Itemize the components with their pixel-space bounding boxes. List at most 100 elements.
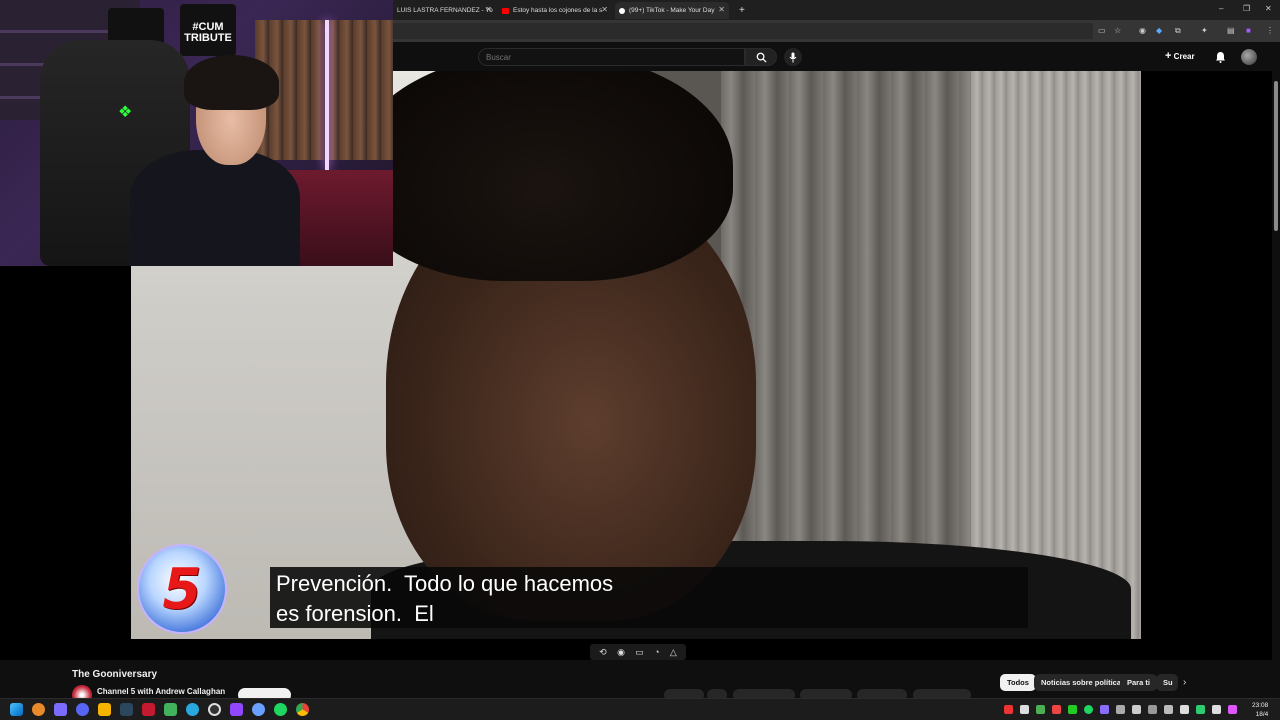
windows-start-icon[interactable] xyxy=(10,703,23,716)
tray-icon[interactable] xyxy=(1100,705,1109,714)
video-info-area: The Gooniversary Channel 5 with Andrew C… xyxy=(0,660,1280,705)
chip-para-ti[interactable]: Para ti xyxy=(1120,674,1157,691)
caption-line-2: es forension. El xyxy=(276,601,434,626)
chip-noticias[interactable]: Noticias sobre política xyxy=(1034,674,1129,691)
video-captions: Prevención. Todo lo que hacemos es foren… xyxy=(270,567,1028,628)
extension-icon[interactable]: ◆ xyxy=(1156,26,1162,35)
search-icon[interactable] xyxy=(32,703,45,716)
tray-icon[interactable] xyxy=(1020,705,1029,714)
youtube-header: + Crear xyxy=(393,42,1280,71)
browser-tab-3[interactable]: (99+) TikTok - Make Your Day ✕ xyxy=(615,2,729,19)
extensions-icon[interactable]: ⧉ xyxy=(1175,26,1181,36)
scrollbar-thumb[interactable] xyxy=(1274,81,1278,231)
razer-logo-icon: ❖ xyxy=(118,104,133,121)
channel-name[interactable]: Channel 5 with Andrew Callaghan xyxy=(97,687,225,696)
cast-icon[interactable]: ◉ xyxy=(617,647,625,658)
spotify-icon[interactable] xyxy=(274,703,287,716)
window-close-icon[interactable]: ✕ xyxy=(1265,4,1272,13)
chip-todos[interactable]: Todos xyxy=(1000,674,1036,691)
tray-icon[interactable] xyxy=(1164,705,1173,714)
app-icon[interactable] xyxy=(98,703,111,716)
clock-time: 23:08 xyxy=(1252,702,1269,709)
microphone-icon xyxy=(789,52,797,62)
browser-tabstrip: LUIS LASTRA FERNANDEZ - Yo ✕ Estoy hasta… xyxy=(393,0,1280,20)
profile-icon[interactable]: ■ xyxy=(1246,26,1251,35)
tray-icon[interactable] xyxy=(1036,705,1045,714)
browser-tab-1[interactable]: LUIS LASTRA FERNANDEZ - Yo ✕ xyxy=(393,2,496,19)
sidebar-icon[interactable]: ▤ xyxy=(1227,26,1235,35)
clock-date: 18/4 xyxy=(1255,711,1269,718)
tab-3-label: (99+) TikTok - Make Your Day xyxy=(629,7,715,14)
shirt-text: #CUM TRIBUTE xyxy=(184,21,232,44)
close-icon[interactable]: ✕ xyxy=(718,5,725,14)
close-icon[interactable]: ✕ xyxy=(485,5,492,14)
account-avatar[interactable] xyxy=(1241,49,1257,65)
webcam-shirt-display: #CUM TRIBUTE xyxy=(180,4,236,56)
plus-icon: + xyxy=(739,5,745,16)
tray-icon[interactable] xyxy=(1084,705,1093,714)
channel-5-logo-text: 5 xyxy=(162,556,202,622)
browser-addressbar: ▭ ☆ ◉ ◆ ⧉ ✦ ▤ ■ ⋮ xyxy=(393,20,1280,42)
chip-more[interactable]: Su xyxy=(1156,674,1178,691)
create-label: Crear xyxy=(1173,52,1195,61)
tab-2-label: Estoy hasta los cojones de la s xyxy=(513,7,603,14)
channel-5-logo: 5 xyxy=(137,544,227,634)
chevron-right-icon[interactable]: › xyxy=(1183,677,1186,688)
install-icon[interactable]: ▭ xyxy=(1098,26,1106,35)
new-tab-button[interactable]: + xyxy=(735,2,749,19)
pin-icon[interactable]: ✦ xyxy=(1201,26,1208,35)
voice-search-button[interactable] xyxy=(784,48,802,66)
tray-icon[interactable] xyxy=(1116,705,1125,714)
maximize-icon[interactable]: ❐ xyxy=(1243,4,1250,13)
url-field[interactable] xyxy=(393,23,1093,39)
search-icon xyxy=(756,52,767,63)
tray-icon[interactable] xyxy=(1068,705,1077,714)
star-icon[interactable]: ☆ xyxy=(1114,26,1121,35)
browser-tab-2[interactable]: Estoy hasta los cojones de la s ✕ xyxy=(498,2,612,19)
app-icon[interactable] xyxy=(164,703,177,716)
player-controls: ⟲ ◉ ▭ ◔ △ xyxy=(590,644,686,660)
video-title: The Gooniversary xyxy=(72,669,158,680)
miniplayer-icon[interactable]: ▭ xyxy=(635,647,644,658)
menu-icon[interactable]: ⋮ xyxy=(1266,26,1274,35)
chrome-icon[interactable] xyxy=(296,703,309,716)
plus-icon: + xyxy=(1165,50,1172,62)
notifications-bell-icon[interactable] xyxy=(1215,51,1226,63)
caption-line-1: Prevención. Todo lo que hacemos xyxy=(276,571,614,596)
app-icon[interactable] xyxy=(142,703,155,716)
page-scrollbar[interactable] xyxy=(1272,71,1280,698)
loop-icon[interactable]: ⟲ xyxy=(599,647,607,658)
tray-icon[interactable] xyxy=(1052,705,1061,714)
app-icon[interactable] xyxy=(208,703,221,716)
close-icon[interactable]: ✕ xyxy=(601,5,608,14)
webcam-neon-light xyxy=(325,20,329,170)
video-frame-hair xyxy=(353,71,733,281)
tiktok-favicon-icon xyxy=(619,7,625,14)
experiment-icon[interactable]: △ xyxy=(670,647,677,658)
create-button[interactable]: + Crear xyxy=(1165,50,1195,62)
tray-icon[interactable] xyxy=(1228,705,1237,714)
wifi-icon[interactable] xyxy=(1180,705,1189,714)
extension-icon[interactable]: ◉ xyxy=(1139,26,1146,35)
tray-icon[interactable] xyxy=(1004,705,1013,714)
search-button[interactable] xyxy=(745,48,777,66)
app-icon[interactable] xyxy=(186,703,199,716)
app-icon[interactable] xyxy=(252,703,265,716)
streamer-webcam: #CUM TRIBUTE ❖ xyxy=(0,0,393,266)
search-input[interactable] xyxy=(478,48,745,66)
taskbar-clock[interactable]: 23:08 18/4 xyxy=(1252,701,1268,719)
tray-icon[interactable] xyxy=(1148,705,1157,714)
tray-icon[interactable] xyxy=(1132,705,1141,714)
webcam-streamer-hair xyxy=(184,55,279,110)
twitch-icon[interactable] xyxy=(230,703,243,716)
youtube-favicon-icon xyxy=(502,7,509,14)
tray-icon[interactable] xyxy=(1196,705,1205,714)
tab-1-label: LUIS LASTRA FERNANDEZ - Yo xyxy=(397,7,493,14)
app-icon[interactable] xyxy=(76,703,89,716)
volume-icon[interactable] xyxy=(1212,705,1221,714)
windows-taskbar: 23:08 18/4 xyxy=(0,698,1280,720)
app-icon[interactable] xyxy=(54,703,67,716)
speed-icon[interactable]: ◔ xyxy=(654,647,659,657)
minimize-icon[interactable]: – xyxy=(1219,4,1223,13)
steam-icon[interactable] xyxy=(120,703,133,716)
